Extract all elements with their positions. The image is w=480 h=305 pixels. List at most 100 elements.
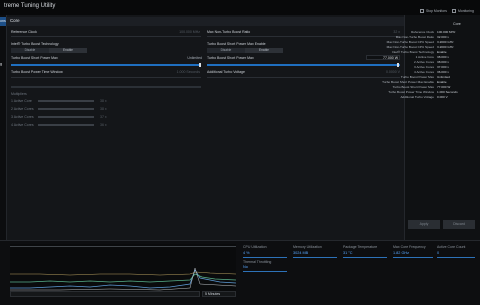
summary-row-value: 38.000 x [437,60,449,64]
stat-label: Max Core Frequency [393,245,426,249]
summary-row-label: 4 Active Cores [414,70,434,74]
section-divider [11,86,201,88]
stat-underline [243,257,287,258]
power-time-window-label: Turbo Boost Power Time Window [11,70,63,74]
short-power-max-right-label: Turbo Boost Short Power Max [207,56,254,60]
reference-clock-label: Reference Clock [11,30,37,34]
summary-row-value: 36.000 x [437,70,449,74]
summary-row-value: 38.000 x [437,55,449,59]
summary-row-label: Max Non-Turbo Boost Ratio [395,35,434,39]
divider [207,36,400,37]
stat-label: Active Core Count [437,245,466,249]
summary-row-value: 77.000 W [437,85,451,89]
multiplier-value: 38 x [100,99,107,103]
thermal-throttling-label: Thermal Throttling [243,260,272,264]
nav-item-options-label: ons [0,19,6,23]
short-power-max-right-slider-handle[interactable] [397,63,399,67]
stat-underline [437,257,475,258]
multiplier-slider[interactable] [38,108,94,110]
summary-row-label: 3 Active Cores [414,65,434,69]
summary-row-value: 1.000 Seconds [437,90,458,94]
stat-value: 4 % [243,251,250,255]
summary-row-label: Max Non-Turbo Boost CPU Speed [386,45,434,49]
monitoring-label: Monitoring [458,9,474,13]
summary-row-value: 100.000 MHz [437,30,456,34]
stat-value: 3024 MB [293,251,309,255]
short-power-max-enable-button[interactable]: Enable [245,48,283,53]
stat-underline [293,257,337,258]
multiplier-row-label: 2 Active Cores [11,107,34,111]
turbo-boost-enable-button[interactable]: Enable [49,48,87,53]
summary-row-label: Additional Turbo Voltage [400,95,434,99]
core-tab-strip [6,17,404,26]
multiplier-row-label: 4 Active Cores [11,123,34,127]
stop-monitors-label: Stop Monitors [426,9,447,13]
summary-row-label: Turbo Boost Short Power Max [392,85,434,89]
stat-label: Package Temperature [343,245,378,249]
stat-underline [343,257,387,258]
reference-clock-value: 100.000 MHz [179,30,200,34]
multiplier-slider[interactable] [38,100,94,102]
multiplier-value: 36 x [100,123,107,127]
short-power-max-disable-button[interactable]: Disable [207,48,245,53]
stat-value: 31 °C [343,251,353,255]
tab-core[interactable]: Core [10,18,20,23]
discard-button[interactable]: Discard [443,220,475,229]
graph-interval-dropdown[interactable]: 5 Minutes [202,291,236,297]
stat-label: Memory Utilization [293,245,322,249]
short-power-max-slider[interactable] [11,64,201,66]
stat-underline [243,271,287,272]
graph-series-line [10,267,236,291]
thermal-throttling-value: No [243,265,248,269]
summary-panel-title: Core [453,22,461,26]
multiplier-row-label: 3 Active Cores [11,115,34,119]
turbo-boost-disable-button[interactable]: Disable [11,48,49,53]
apply-button[interactable]: Apply [408,220,440,229]
stop-monitors-checkbox[interactable] [420,9,424,13]
multipliers-header: Multipliers [11,92,27,96]
max-non-turbo-label: Max Non-Turbo Boost Ratio [207,30,251,34]
summary-row-value: Enable [437,80,447,84]
monitoring-checkbox[interactable] [452,9,456,13]
graph-series-dropdown[interactable] [10,291,200,297]
short-power-max-value: Unlimited [187,56,202,60]
stat-value: 0 [437,251,440,255]
summary-row-label: Turbo Boost Power Time Window [388,90,434,94]
monitor-graph-lines [10,267,236,291]
summary-row-value: Enable [437,50,447,54]
additional-voltage-label: Additional Turbo Voltage [207,70,245,74]
window-title: treme Tuning Utility [4,3,56,9]
summary-row-label: Turbo Boost Power Max [400,75,434,79]
summary-row-value: 0.000 V [437,95,448,99]
divider [207,77,400,78]
summary-row-value: Unlimited [437,75,450,79]
summary-row-label: Reference Clock [411,30,434,34]
additional-voltage-value: 0.0000 V [385,70,400,74]
summary-row-label: 2 Active Cores [414,60,434,64]
stat-underline [393,257,433,258]
multiplier-slider[interactable] [38,116,94,118]
title-bar [0,0,480,15]
short-power-max-right-slider[interactable] [207,64,400,66]
summary-row-label: Intel® Turbo Boost Technology [391,50,434,54]
nav-item-tuning-label[interactable]: g [0,62,2,66]
stat-value: 1.82 GHz [393,251,410,255]
short-power-max-enable-label: Turbo Boost Short Power Max Enable [207,42,266,46]
short-power-max-label: Turbo Boost Short Power Max [11,56,58,60]
max-non-turbo-value: 32 x [393,30,400,34]
stat-label: CPU Utilization [243,245,267,249]
short-power-max-slider-handle[interactable] [199,63,201,67]
turbo-boost-tech-label: Intel® Turbo Boost Technology [11,42,59,46]
power-time-window-value: 1.000 Seconds [176,70,200,74]
summary-row-label: Turbo Boost Short Power Max Enable [382,80,434,84]
multiplier-value: 38 x [100,107,107,111]
multiplier-slider[interactable] [38,124,94,126]
multiplier-value: 37 x [100,115,107,119]
short-power-max-input[interactable]: 77.000 W [366,55,400,60]
multiplier-row-label: 1 Active Core [11,99,32,103]
divider [11,36,201,37]
summary-row-label: Max Non-Turbo Boost CPU Speed [386,40,434,44]
summary-row-label: 1 Active Core [415,55,434,59]
divider [11,77,201,78]
summary-row-value: 32.000 x [437,35,449,39]
